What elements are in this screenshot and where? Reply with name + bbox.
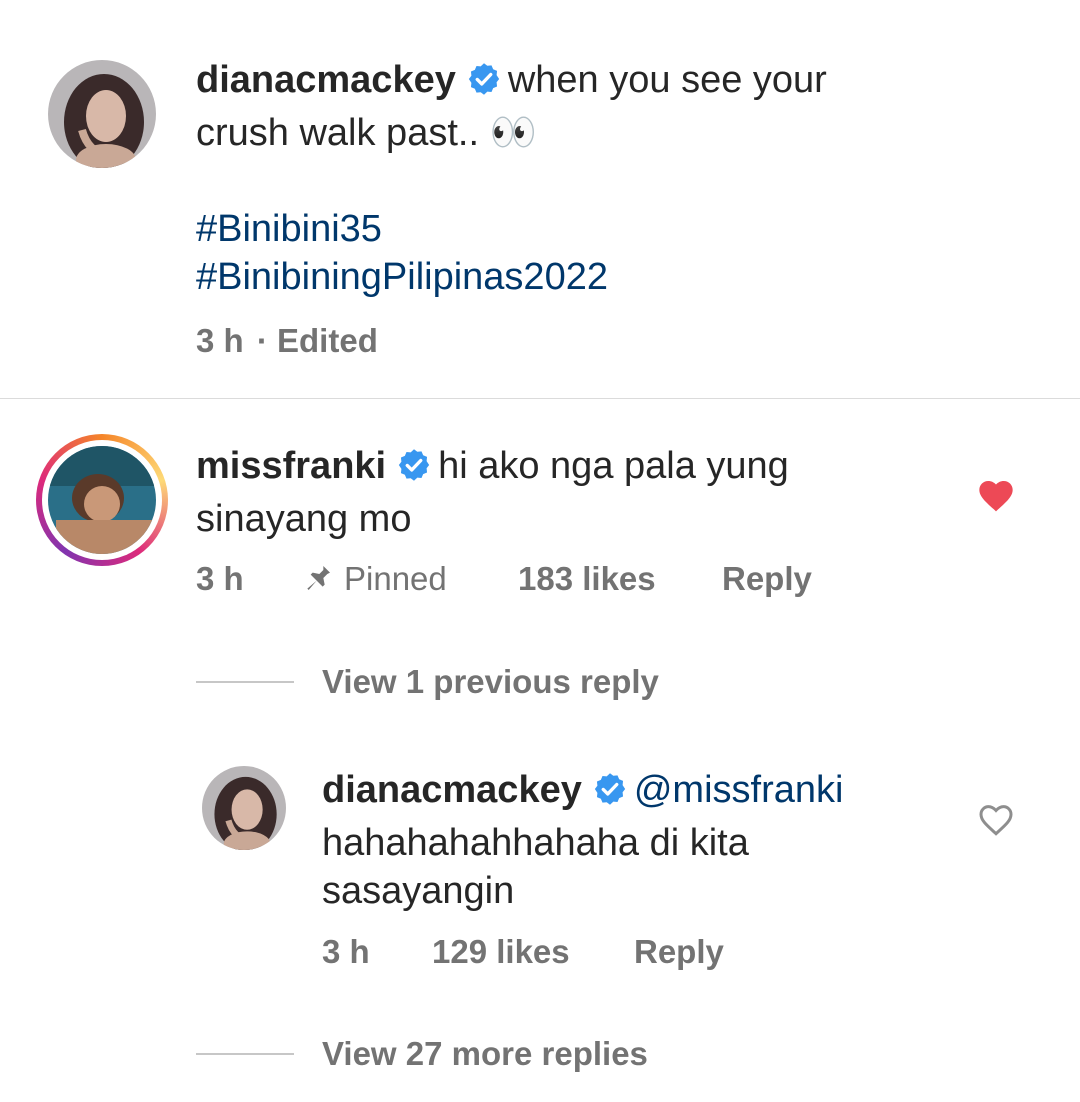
reply-mention[interactable]: @missfranki	[634, 769, 844, 811]
view-more-replies[interactable]: View 27 more replies	[322, 1035, 648, 1073]
reply-like-button[interactable]	[976, 800, 1016, 840]
pinned-label: Pinned	[344, 560, 447, 597]
comment-time: 3 h	[196, 560, 244, 597]
comment-reply-label[interactable]: Reply	[722, 560, 812, 598]
comment-line-2: sinayang mo	[196, 498, 412, 540]
reply-line-2: sasayangin	[322, 870, 515, 912]
reply-meta: 3 h	[322, 933, 370, 971]
reply-username[interactable]: dianacmackey	[322, 769, 582, 811]
hashtag-binibiningpilipinas2022[interactable]: #BinibiningPilipinas2022	[196, 253, 1016, 301]
comment-meta: 3 h	[196, 560, 244, 598]
pin-icon	[302, 562, 334, 602]
heart-outline-icon	[976, 805, 1016, 844]
caption-avatar[interactable]	[48, 60, 156, 168]
comment-likes[interactable]: 183 likes	[518, 560, 656, 598]
caption-username[interactable]: dianacmackey	[196, 59, 456, 101]
hashtag-binibini35[interactable]: #Binibini35	[196, 205, 1016, 253]
view-previous-replies[interactable]: View 1 previous reply	[322, 663, 659, 701]
caption-divider	[0, 398, 1080, 399]
reply-avatar[interactable]	[202, 766, 286, 850]
reply-time: 3 h	[322, 933, 370, 970]
verified-badge-icon	[592, 771, 628, 819]
comment-username[interactable]: missfranki	[196, 445, 386, 487]
thread-line	[196, 681, 294, 683]
caption-meta: 3 h · Edited	[196, 322, 378, 360]
comment-avatar[interactable]	[48, 446, 156, 554]
caption-line-2: crush walk past.. 👀	[196, 112, 537, 154]
comment-reply-button[interactable]: Reply	[722, 560, 812, 598]
caption-text-block: dianacmackey when you see your crush walk…	[196, 56, 1016, 301]
reply-line-1: hahahahahhahaha di kita	[322, 822, 749, 864]
reply-likes-count[interactable]: 129 likes	[432, 933, 570, 971]
caption-edited: · Edited	[256, 322, 378, 359]
comment-line-1: hi ako nga pala yung	[438, 445, 789, 487]
comment-like-button[interactable]	[976, 476, 1016, 516]
heart-filled-icon	[976, 481, 1016, 520]
verified-badge-icon	[466, 61, 502, 109]
reply-likes[interactable]: 129 likes	[432, 933, 570, 971]
thread-line	[196, 1053, 294, 1055]
reply-reply-button[interactable]: Reply	[634, 933, 724, 971]
comment-text-block: missfranki hi ako nga pala yung sinayang …	[196, 442, 936, 543]
pinned-indicator: Pinned	[302, 560, 447, 602]
comment-likes-count[interactable]: 183 likes	[518, 560, 656, 598]
caption-time: 3 h	[196, 322, 244, 359]
caption-line-1: when you see your	[507, 59, 827, 101]
reply-text-block: dianacmackey @missfranki hahahahahhahaha …	[322, 766, 942, 915]
reply-reply-label[interactable]: Reply	[634, 933, 724, 971]
verified-badge-icon	[396, 447, 432, 495]
